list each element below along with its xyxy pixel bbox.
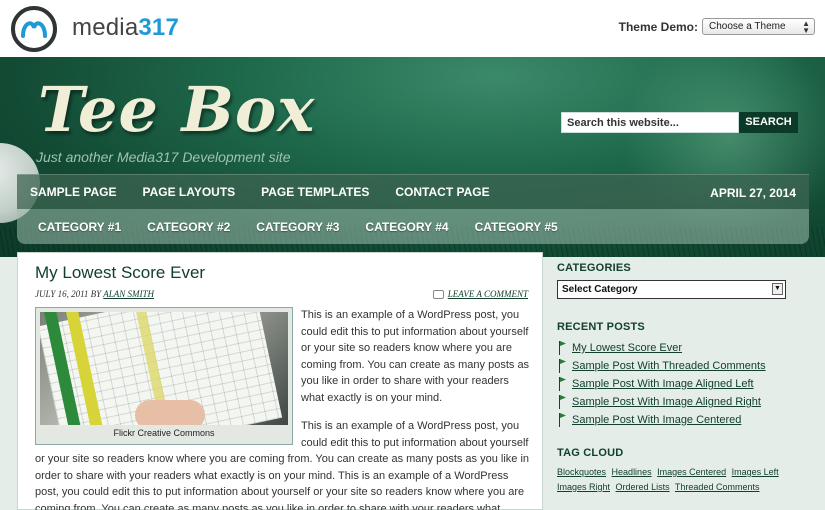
recent-post-item[interactable]: Sample Post With Threaded Comments [557, 357, 807, 375]
tag-link[interactable]: Blockquotes [557, 467, 606, 477]
sidebar: CATEGORIES Select Category ▼ RECENT POST… [557, 262, 807, 495]
nav-category-3[interactable]: CATEGORY #3 [256, 220, 339, 234]
tag-link[interactable]: Threaded Comments [675, 482, 760, 492]
post-meta: JULY 16, 2011 BY ALAN SMITH [35, 289, 154, 299]
recent-post-item[interactable]: My Lowest Score Ever [557, 339, 807, 357]
post-title[interactable]: My Lowest Score Ever [35, 263, 205, 283]
nav-item-sample-page[interactable]: SAMPLE PAGE [30, 185, 116, 199]
post-author-link[interactable]: ALAN SMITH [103, 289, 154, 299]
site-tagline: Just another Media317 Development site [36, 149, 291, 165]
recent-posts-list: My Lowest Score Ever Sample Post With Th… [557, 339, 807, 429]
dropdown-arrow-icon: ▼ [772, 283, 783, 295]
recent-post-item[interactable]: Sample Post With Image Aligned Right [557, 393, 807, 411]
search-form: Search this website... SEARCH [561, 112, 798, 133]
demo-bar: media317 Theme Demo: Choose a Theme ▲ ▼ [0, 0, 825, 57]
categories-title: CATEGORIES [557, 262, 631, 274]
tag-cloud-title: TAG CLOUD [557, 447, 624, 459]
comment-icon [432, 289, 444, 299]
tag-link[interactable]: Images Right [557, 482, 610, 492]
post-date: JULY 16, 2011 BY [35, 289, 102, 299]
tag-cloud: Blockquotes Headlines Images Centered Im… [557, 465, 807, 495]
theme-demo: Theme Demo: Choose a Theme ▲ ▼ [619, 18, 815, 35]
leave-comment-link[interactable]: LEAVE A COMMENT [432, 289, 528, 299]
golf-flag-icon [557, 359, 569, 373]
tag-link[interactable]: Images Left [732, 467, 779, 477]
golf-flag-icon [557, 395, 569, 409]
category-nav: CATEGORY #1 CATEGORY #2 CATEGORY #3 CATE… [17, 209, 809, 244]
scorecard-photo [40, 312, 288, 425]
tag-link[interactable]: Images Centered [657, 467, 726, 477]
nav-category-1[interactable]: CATEGORY #1 [38, 220, 121, 234]
post-paragraph: This is an example of a WordPress post, … [301, 420, 529, 449]
tag-link[interactable]: Headlines [612, 467, 652, 477]
nav-category-4[interactable]: CATEGORY #4 [365, 220, 448, 234]
media317-logo-icon[interactable] [11, 6, 57, 52]
nav-item-page-templates[interactable]: PAGE TEMPLATES [261, 185, 369, 199]
post-image[interactable]: Flickr Creative Commons [35, 307, 293, 445]
primary-nav: SAMPLE PAGE PAGE LAYOUTS PAGE TEMPLATES … [17, 174, 809, 209]
nav-item-contact-page[interactable]: CONTACT PAGE [395, 185, 489, 199]
image-caption: Flickr Creative Commons [113, 428, 215, 438]
search-button[interactable]: SEARCH [739, 112, 798, 133]
theme-demo-label: Theme Demo: [618, 19, 698, 34]
post-paragraph: or your site so readers know where you a… [35, 453, 530, 510]
nav-item-page-layouts[interactable]: PAGE LAYOUTS [142, 185, 235, 199]
nav-category-2[interactable]: CATEGORY #2 [147, 220, 230, 234]
recent-post-item[interactable]: Sample Post With Image Aligned Left [557, 375, 807, 393]
theme-select[interactable]: Choose a Theme ▲ ▼ [702, 18, 815, 35]
golf-flag-icon [557, 377, 569, 391]
category-select[interactable]: Select Category ▼ [557, 280, 786, 299]
golf-flag-icon [557, 413, 569, 427]
site-header: Tee Box Just another Media317 Developmen… [0, 57, 825, 257]
recent-post-item[interactable]: Sample Post With Image Centered [557, 411, 807, 429]
select-arrows-icon: ▲ ▼ [802, 19, 810, 35]
media317-logo-text[interactable]: media317 [72, 14, 179, 42]
post-paragraph: This is an example of a WordPress post, … [301, 309, 530, 404]
nav-category-5[interactable]: CATEGORY #5 [475, 220, 558, 234]
nav-date: APRIL 27, 2014 [710, 186, 796, 200]
golf-flag-icon [557, 341, 569, 355]
search-input[interactable]: Search this website... [561, 112, 739, 133]
site-title[interactable]: Tee Box [38, 73, 315, 146]
main-content: My Lowest Score Ever JULY 16, 2011 BY AL… [17, 252, 543, 510]
tag-link[interactable]: Ordered Lists [616, 482, 670, 492]
recent-posts-title: RECENT POSTS [557, 321, 645, 333]
